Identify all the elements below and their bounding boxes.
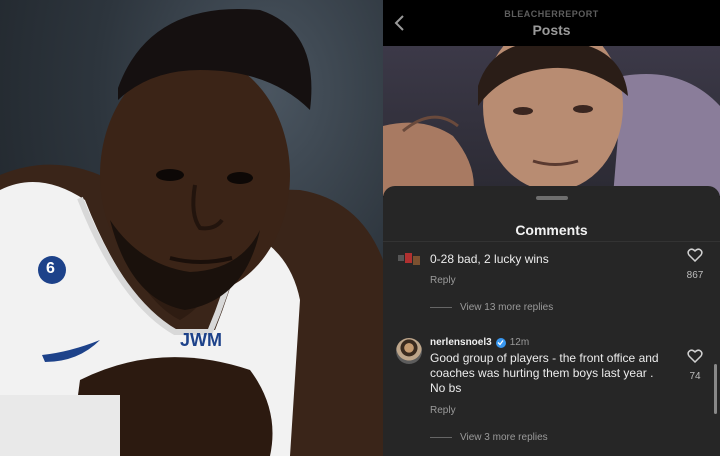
comment-timestamp: 12m bbox=[509, 337, 530, 348]
post-screen: BLEACHERREPORT Posts Comments 0-28 bad, … bbox=[383, 0, 720, 456]
view-replies-button[interactable]: View 3 more replies bbox=[430, 432, 548, 443]
view-replies-label: View 13 more replies bbox=[460, 302, 554, 313]
sheet-divider bbox=[383, 241, 720, 242]
comment-text: Good group of players - the front office… bbox=[430, 351, 659, 395]
page-title: Posts bbox=[532, 22, 571, 38]
replies-line bbox=[430, 307, 452, 308]
heart-icon[interactable] bbox=[687, 248, 703, 262]
account-name[interactable]: BLEACHERREPORT bbox=[383, 9, 720, 19]
like-count: 74 bbox=[689, 371, 701, 382]
comments-title: Comments bbox=[515, 222, 588, 238]
scrollbar[interactable] bbox=[714, 364, 717, 414]
jersey-number: 6 bbox=[46, 260, 55, 277]
comment-text: 0-28 bad, 2 lucky wins bbox=[430, 252, 549, 266]
post-image-illustration bbox=[383, 46, 720, 196]
comments-sheet: Comments 0-28 bad, 2 lucky wins Reply 86… bbox=[383, 186, 720, 456]
reply-button[interactable]: Reply bbox=[430, 275, 456, 286]
heart-icon[interactable] bbox=[687, 349, 703, 363]
sheet-grabber[interactable] bbox=[536, 196, 568, 200]
player-illustration bbox=[0, 8, 383, 456]
user-avatar[interactable] bbox=[396, 338, 422, 364]
reply-button[interactable]: Reply bbox=[430, 405, 456, 416]
view-replies-button[interactable]: View 13 more replies bbox=[430, 302, 553, 313]
comment-username[interactable]: nerlensnoel3 bbox=[430, 337, 492, 348]
like-count: 867 bbox=[686, 270, 704, 281]
view-replies-label: View 3 more replies bbox=[460, 432, 548, 443]
comment-header: nerlensnoel3 12m bbox=[430, 337, 529, 348]
user-avatar[interactable] bbox=[398, 251, 420, 267]
top-bar: BLEACHERREPORT Posts bbox=[383, 0, 720, 46]
verified-badge-icon bbox=[495, 337, 506, 348]
jersey-sponsor: JWM bbox=[180, 330, 222, 350]
post-image[interactable] bbox=[383, 46, 720, 196]
replies-line bbox=[430, 437, 452, 438]
player-photo: 6 JWM bbox=[0, 0, 383, 456]
